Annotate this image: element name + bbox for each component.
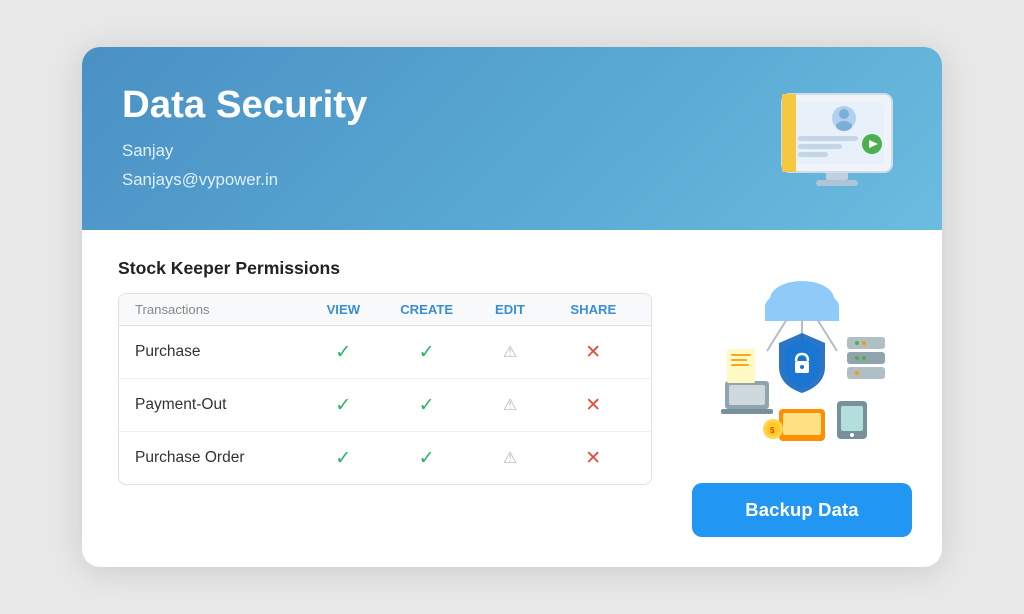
edit-triangle-icon: ⚠ — [468, 342, 551, 362]
header-text: Data Security Sanjay Sanjays@vypower.in — [122, 83, 367, 194]
col-edit-label: EDIT — [468, 302, 551, 317]
user-email: Sanjays@vypower.in — [122, 170, 278, 189]
permissions-table: Transactions VIEW CREATE EDIT SHARE Purc… — [118, 293, 652, 485]
share-cross-icon: ✕ — [552, 446, 635, 470]
edit-triangle-icon: ⚠ — [468, 395, 551, 415]
backup-data-button[interactable]: Backup Data — [692, 483, 912, 537]
share-cross-icon: ✕ — [552, 340, 635, 364]
table-row: Purchase ✓ ✓ ⚠ ✕ — [119, 326, 651, 379]
col-share-label: SHARE — [552, 302, 635, 317]
row-label: Payment-Out — [135, 396, 302, 414]
edit-triangle-icon: ⚠ — [468, 448, 551, 468]
col-view-label: VIEW — [302, 302, 385, 317]
section-title: Stock Keeper Permissions — [118, 258, 652, 279]
svg-text:$: $ — [770, 426, 775, 435]
col-transactions-label: Transactions — [135, 302, 302, 317]
table-row: Payment-Out ✓ ✓ ⚠ ✕ — [119, 379, 651, 432]
view-check-icon: ✓ — [302, 393, 385, 417]
header: Data Security Sanjay Sanjays@vypower.in — [82, 47, 942, 230]
view-check-icon: ✓ — [302, 340, 385, 364]
table-header-row: Transactions VIEW CREATE EDIT SHARE — [119, 294, 651, 326]
share-cross-icon: ✕ — [552, 393, 635, 417]
create-check-icon: ✓ — [385, 340, 468, 364]
table-row: Purchase Order ✓ ✓ ⚠ ✕ — [119, 432, 651, 484]
col-create-label: CREATE — [385, 302, 468, 317]
content: Stock Keeper Permissions Transactions VI… — [82, 230, 942, 567]
monitor-icon — [772, 84, 902, 194]
right-panel: $ Backup Data — [682, 258, 912, 537]
create-check-icon: ✓ — [385, 393, 468, 417]
row-label: Purchase Order — [135, 449, 302, 467]
left-panel: Stock Keeper Permissions Transactions VI… — [118, 258, 652, 537]
row-label: Purchase — [135, 343, 302, 361]
create-check-icon: ✓ — [385, 446, 468, 470]
view-check-icon: ✓ — [302, 446, 385, 470]
main-card: Data Security Sanjay Sanjays@vypower.in — [82, 47, 942, 567]
security-illustration-icon: $ — [707, 258, 897, 458]
user-name: Sanjay — [122, 141, 173, 160]
page-title: Data Security — [122, 83, 367, 127]
